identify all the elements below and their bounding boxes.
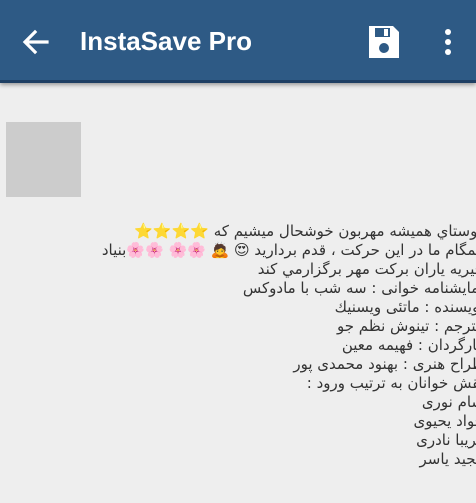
caption-line: كارگردان : فهيمه معين — [341, 336, 476, 354]
caption-line: خيريه ياران بركت مهر برگزارمي كند — [257, 260, 476, 278]
caption-line: مترجم : تينوش نظم جو — [337, 317, 476, 335]
caption-line: مجيد ياسر — [419, 450, 476, 468]
caption-line: طراح هنرى : بهنود محمدى پور — [293, 355, 476, 373]
save-button[interactable] — [367, 24, 401, 60]
caption-text: دوستاي هميشه مهربون خوشحال ميشيم كه — [213, 222, 476, 240]
caption-line: جواد يحيوى — [413, 412, 476, 430]
overflow-menu-button[interactable] — [436, 26, 460, 58]
caption-line: نمايشنامه خوانى : سه شب با مادوكس — [242, 279, 476, 297]
more-vert-icon — [445, 29, 451, 55]
app-bar: InstaSave Pro — [0, 0, 476, 83]
caption-line: دوستاي هميشه مهربون خوشحال ميشيم كه ⭐⭐⭐⭐ — [134, 222, 476, 241]
caption-line: سام نورى — [421, 393, 476, 411]
star-icons: ⭐⭐⭐⭐ — [134, 222, 209, 240]
floppy-disk-icon — [369, 26, 399, 58]
arrow-left-icon — [22, 29, 49, 55]
back-button[interactable] — [20, 26, 52, 58]
app-title: InstaSave Pro — [80, 26, 252, 56]
post-thumbnail[interactable] — [6, 122, 81, 197]
post-caption: دوستاي هميشه مهربون خوشحال ميشيم كه ⭐⭐⭐⭐… — [0, 222, 476, 503]
caption-line: نويسنده : ماتئى ويسنيك — [334, 298, 476, 316]
caption-line: نقش خوانان به ترتيب ورود : — [306, 374, 476, 392]
caption-line: فريبا نادرى — [416, 431, 476, 449]
caption-line: همگام ما در اين حركت ، قدم برداريد 😍 🙇 🌸… — [101, 241, 476, 259]
